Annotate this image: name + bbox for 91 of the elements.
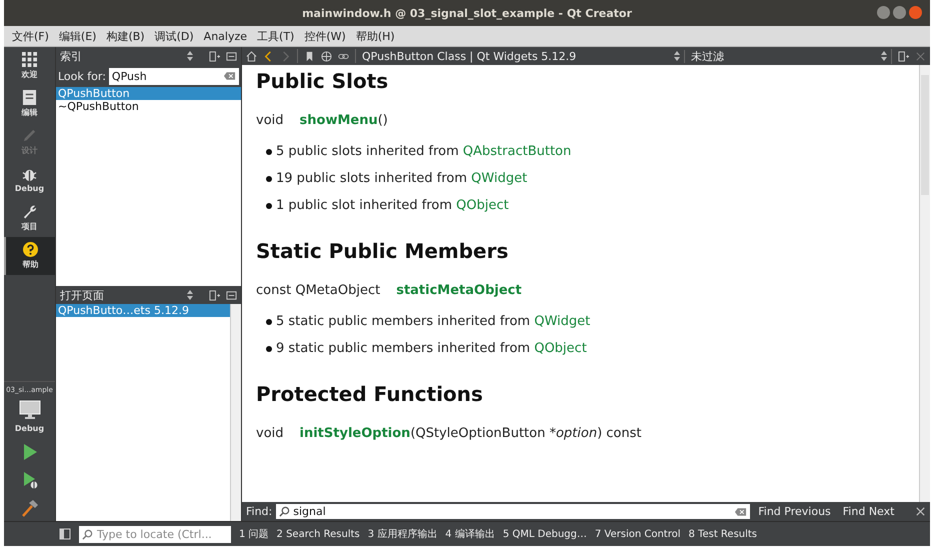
inherited-line: 9 static public members inherited from QObject xyxy=(276,341,587,356)
output-tab[interactable]: 5 QML Debugg… xyxy=(502,528,587,540)
wrench-icon xyxy=(22,204,37,219)
output-tab[interactable]: 7 Version Control xyxy=(594,528,680,540)
close-pane-icon[interactable] xyxy=(226,290,237,300)
updown-icon xyxy=(674,51,680,61)
open-page-item[interactable]: QPushButto…ets 5.12.9 xyxy=(56,304,230,317)
output-tab[interactable]: 8 Test Results xyxy=(688,528,758,540)
menu-item[interactable]: 文件(F) xyxy=(12,28,49,44)
minimize-button[interactable] xyxy=(877,6,890,19)
inherited-line: 1 public slot inherited from QObject xyxy=(276,198,509,213)
bullet-icon xyxy=(266,148,272,154)
scrollbar[interactable] xyxy=(230,304,241,521)
updown-icon[interactable] xyxy=(187,290,193,300)
mode-button[interactable]: 编辑 xyxy=(4,85,55,123)
mode-button[interactable]: 项目 xyxy=(4,199,55,237)
updown-icon[interactable] xyxy=(187,51,193,61)
section-heading: Static Public Members xyxy=(256,239,510,263)
kit-selector[interactable]: Debug xyxy=(14,400,44,433)
look-for-field[interactable]: QPush xyxy=(108,68,239,84)
pencil-icon xyxy=(22,128,37,143)
updown-icon xyxy=(881,51,887,61)
sidebar-toggle-icon[interactable] xyxy=(59,528,71,540)
output-tab[interactable]: 4 编译输出 xyxy=(445,527,495,541)
menu-item[interactable]: 控件(W) xyxy=(304,28,346,44)
class-link[interactable]: QWidget xyxy=(471,171,528,186)
bug-icon xyxy=(22,167,37,182)
menu-item[interactable]: Analyze xyxy=(204,30,248,42)
scrollbar[interactable] xyxy=(919,65,930,502)
menu-item[interactable]: 工具(T) xyxy=(257,28,294,44)
mode-button[interactable]: Debug xyxy=(4,161,55,199)
output-tab[interactable]: 3 应用程序输出 xyxy=(368,527,438,541)
close-pane-icon[interactable] xyxy=(226,50,237,62)
bullet-icon xyxy=(266,346,272,352)
filter-selector[interactable]: 未过滤 xyxy=(691,48,892,64)
globe-icon[interactable] xyxy=(321,50,332,62)
close-icon[interactable] xyxy=(915,506,926,517)
split-icon[interactable] xyxy=(898,50,909,62)
index-result[interactable]: ~QPushButton xyxy=(56,100,241,113)
split-icon[interactable] xyxy=(209,290,220,300)
return-type: const QMetaObject xyxy=(256,283,380,298)
inherited-line: 5 public slots inherited from QAbstractButton xyxy=(276,144,572,159)
index-result[interactable]: QPushButton xyxy=(56,87,241,100)
return-type: void xyxy=(256,426,284,441)
mode-button[interactable]: 帮助 xyxy=(4,237,55,275)
section-heading: Public Slots xyxy=(256,69,390,93)
window-title: mainwindow.h @ 03_signal_slot_example - Qt Creator xyxy=(302,6,632,20)
document-icon xyxy=(22,90,37,105)
monitor-icon xyxy=(18,400,40,420)
hammer-icon[interactable] xyxy=(20,499,38,517)
close-button[interactable] xyxy=(909,6,922,19)
bullet-icon xyxy=(266,202,272,208)
pane-title: 打开页面 xyxy=(60,288,105,302)
search-icon xyxy=(279,506,290,517)
class-link[interactable]: QAbstractButton xyxy=(462,144,572,159)
bullet-icon xyxy=(266,318,272,324)
home-icon[interactable] xyxy=(246,50,257,62)
menu-item[interactable]: 帮助(H) xyxy=(356,28,395,44)
look-for-label: Look for: xyxy=(58,70,106,82)
inherited-line: 5 static public members inherited from QWidget xyxy=(276,314,590,329)
grid-icon xyxy=(22,52,37,67)
clear-icon[interactable] xyxy=(734,506,748,516)
search-icon xyxy=(82,528,93,540)
mode-button[interactable]: 欢迎 xyxy=(4,47,55,85)
bookmark-icon[interactable] xyxy=(304,50,315,62)
member-signature[interactable]: showMenu() xyxy=(300,113,388,128)
find-button[interactable]: Find Previous xyxy=(754,505,835,518)
section-heading: Protected Functions xyxy=(256,382,484,406)
help-icon xyxy=(23,242,38,257)
pane-title: 索引 xyxy=(60,48,83,64)
member-signature[interactable]: staticMetaObject xyxy=(396,283,522,298)
member-signature[interactable]: initStyleOption(QStyleOptionButton *option) const xyxy=(300,426,642,441)
find-field[interactable]: signal xyxy=(276,504,750,519)
output-tab[interactable]: 2 Search Results xyxy=(276,528,360,540)
clear-icon[interactable] xyxy=(223,71,236,81)
bullet-icon xyxy=(266,176,272,182)
split-icon[interactable] xyxy=(209,50,220,62)
find-label: Find: xyxy=(246,505,272,518)
page-selector[interactable]: QPushButton Class | Qt Widgets 5.12.9 xyxy=(362,50,685,62)
class-link[interactable]: QObject xyxy=(534,341,587,356)
return-type: void xyxy=(256,113,284,128)
locate-field[interactable]: Type to locate (Ctrl... xyxy=(79,526,231,542)
class-link[interactable]: QObject xyxy=(456,198,509,213)
maximize-button[interactable] xyxy=(893,6,906,19)
class-link[interactable]: QWidget xyxy=(534,314,590,329)
find-button[interactable]: Find Next xyxy=(838,505,898,518)
inherited-line: 19 public slots inherited from QWidget xyxy=(276,171,528,186)
output-tab[interactable]: 1 问题 xyxy=(239,527,269,541)
menu-item[interactable]: 构建(B) xyxy=(106,28,145,44)
menu-item[interactable]: 编辑(E) xyxy=(58,28,96,44)
menu-item[interactable]: 调试(D) xyxy=(154,28,194,44)
